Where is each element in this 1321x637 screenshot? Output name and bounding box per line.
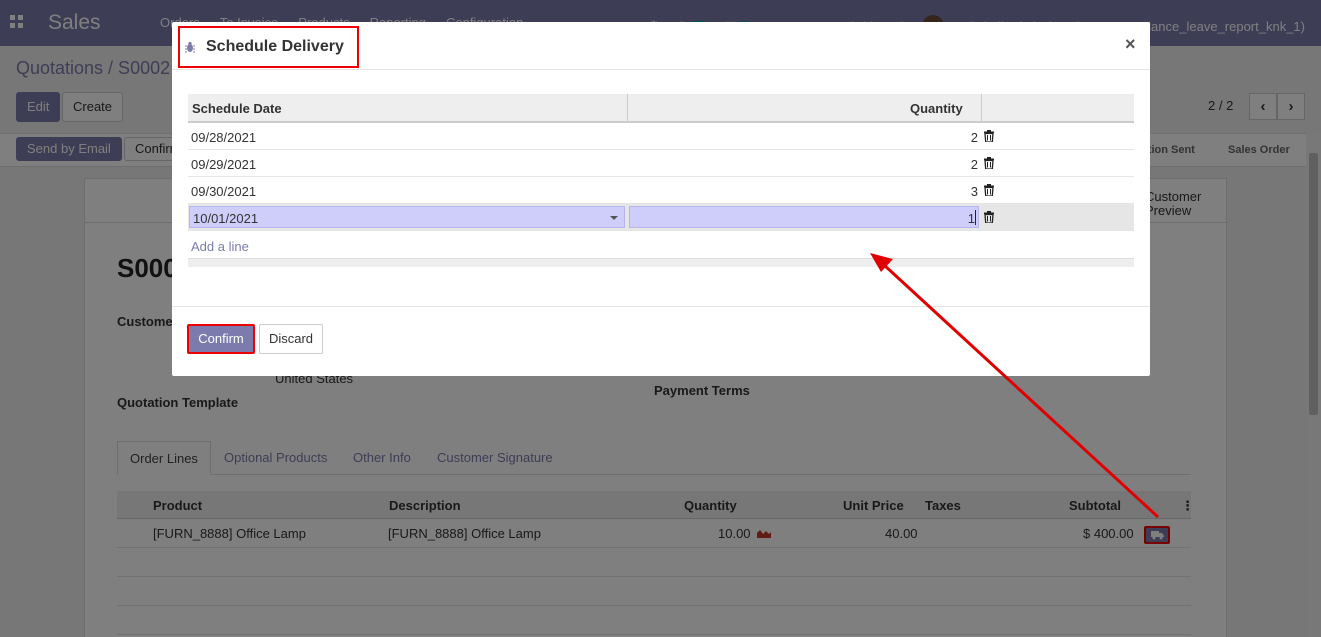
trash-icon[interactable] xyxy=(983,184,995,196)
chevron-down-icon[interactable] xyxy=(610,216,618,220)
add-line-link[interactable]: Add a line xyxy=(191,239,249,254)
modal-footer: Confirm Discard xyxy=(172,306,1150,376)
table-row[interactable]: 09/29/2021 2 xyxy=(188,150,1134,177)
schedule-delivery-dialog: Schedule Delivery × Schedule Date Quanti… xyxy=(172,22,1150,376)
table-row[interactable]: 09/30/2021 3 xyxy=(188,177,1134,204)
row-date: 09/28/2021 xyxy=(191,130,257,145)
modal-title: Schedule Delivery xyxy=(206,38,344,55)
close-icon[interactable]: × xyxy=(1125,34,1136,55)
trash-icon[interactable] xyxy=(983,130,995,142)
schedule-table-header: Schedule Date Quantity xyxy=(188,94,1134,123)
table-row-editing[interactable]: 10/01/2021 1 xyxy=(188,204,1134,231)
row-quantity: 3 xyxy=(970,184,978,199)
schedule-date-input[interactable]: 10/01/2021 xyxy=(189,206,625,228)
schedule-date-value: 10/01/2021 xyxy=(193,211,259,226)
table-row[interactable]: 09/28/2021 2 xyxy=(188,123,1134,150)
trash-icon[interactable] xyxy=(983,211,995,223)
quantity-input[interactable]: 1 xyxy=(629,206,979,228)
row-quantity: 2 xyxy=(970,130,978,145)
modal-header: Schedule Delivery × xyxy=(172,22,1150,70)
quantity-value: 1 xyxy=(967,211,975,226)
row-date: 09/30/2021 xyxy=(191,184,257,199)
trash-icon[interactable] xyxy=(983,157,995,169)
row-quantity: 2 xyxy=(970,157,978,172)
header-quantity[interactable]: Quantity xyxy=(910,101,963,116)
table-footer xyxy=(188,258,1134,267)
row-date: 09/29/2021 xyxy=(191,157,257,172)
discard-button[interactable]: Discard xyxy=(259,324,323,354)
confirm-button[interactable]: Confirm xyxy=(187,324,255,354)
header-schedule-date[interactable]: Schedule Date xyxy=(192,101,282,116)
bug-icon xyxy=(185,41,195,53)
modal-title-highlight: Schedule Delivery xyxy=(178,26,359,68)
text-cursor xyxy=(975,210,976,225)
